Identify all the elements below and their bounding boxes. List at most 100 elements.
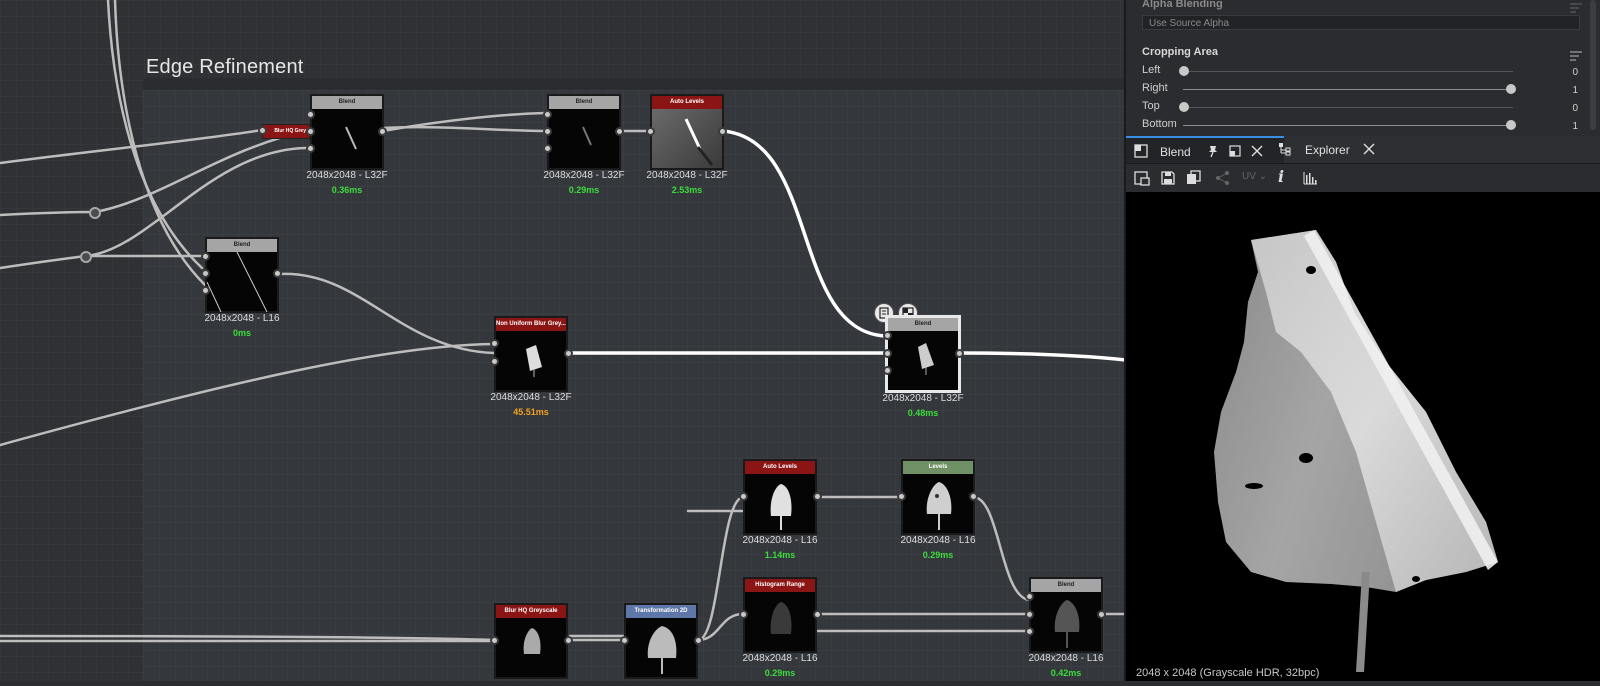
display-settings-icon[interactable] bbox=[1134, 170, 1150, 191]
input-port[interactable] bbox=[306, 144, 315, 153]
float-window-icon[interactable] bbox=[1228, 144, 1242, 163]
save-icon[interactable] bbox=[1160, 170, 1176, 191]
output-port[interactable] bbox=[273, 269, 282, 278]
output-port[interactable] bbox=[1097, 610, 1106, 619]
viewer-status: 2048 x 2048 (Grayscale HDR, 32bpc) bbox=[1136, 667, 1320, 679]
output-port[interactable] bbox=[564, 636, 573, 645]
input-port[interactable] bbox=[646, 127, 655, 136]
input-port[interactable] bbox=[201, 286, 210, 295]
node-graph-canvas[interactable]: Edge Refinement Blur HQ Grey Blend 2048x… bbox=[0, 0, 1126, 681]
node-thumbnail bbox=[888, 331, 958, 390]
share-icon bbox=[1215, 170, 1231, 191]
node-title: Non Uniform Blur Grey... bbox=[496, 318, 566, 331]
crop-top-value: 0 bbox=[1572, 103, 1578, 114]
input-port[interactable] bbox=[306, 110, 315, 119]
input-port[interactable] bbox=[490, 357, 499, 366]
output-port[interactable] bbox=[378, 127, 387, 136]
reroute-dot[interactable] bbox=[80, 251, 92, 263]
image-viewer[interactable]: 2048 x 2048 (Grayscale HDR, 32bpc) bbox=[1126, 192, 1600, 681]
output-port[interactable] bbox=[615, 127, 624, 136]
node-auto-levels[interactable]: Auto Levels bbox=[650, 94, 724, 170]
properties-scrollbar[interactable] bbox=[1590, 0, 1596, 130]
pin-icon[interactable] bbox=[1206, 144, 1220, 163]
node-title: Blend bbox=[549, 96, 619, 109]
input-port[interactable] bbox=[258, 126, 267, 135]
output-port[interactable] bbox=[813, 610, 822, 619]
node-non-uniform-blur[interactable]: Non Uniform Blur Grey... bbox=[494, 316, 568, 392]
output-port[interactable] bbox=[694, 636, 703, 645]
crop-top-knob[interactable] bbox=[1179, 102, 1189, 112]
node-blend[interactable]: Blend bbox=[547, 94, 621, 170]
wire bbox=[93, 129, 308, 214]
alpha-blending-select[interactable]: Use Source Alpha bbox=[1142, 15, 1580, 30]
tab-explorer[interactable]: Explorer bbox=[1305, 143, 1350, 157]
input-port[interactable] bbox=[201, 252, 210, 261]
node-resolution: 2048x2048 - L16 bbox=[204, 313, 280, 324]
node-transformation-2d[interactable]: Transformation 2D bbox=[624, 603, 698, 679]
crop-left-knob[interactable] bbox=[1179, 66, 1189, 76]
node-title: Blend bbox=[888, 318, 958, 331]
input-port[interactable] bbox=[1025, 610, 1034, 619]
node-thumbnail bbox=[312, 109, 382, 168]
crop-bottom-knob[interactable] bbox=[1506, 120, 1516, 130]
crop-left-slider[interactable] bbox=[1183, 71, 1513, 72]
input-port[interactable] bbox=[883, 331, 892, 340]
node-blend[interactable]: Blend bbox=[205, 237, 279, 313]
cropping-area-title: Cropping Area bbox=[1142, 46, 1218, 58]
input-port[interactable] bbox=[897, 492, 906, 501]
input-port[interactable] bbox=[883, 366, 892, 375]
crop-right-knob[interactable] bbox=[1506, 84, 1516, 94]
input-port[interactable] bbox=[739, 610, 748, 619]
crop-top-slider[interactable] bbox=[1183, 107, 1513, 108]
wire-active bbox=[721, 129, 887, 338]
wire bbox=[971, 495, 1031, 602]
copy-icon[interactable] bbox=[1186, 170, 1202, 191]
histogram-icon[interactable] bbox=[1302, 170, 1318, 191]
input-port[interactable] bbox=[1025, 627, 1034, 636]
crop-bottom-label: Bottom bbox=[1142, 118, 1177, 130]
input-port[interactable] bbox=[1025, 592, 1034, 601]
close-icon[interactable] bbox=[1362, 142, 1376, 161]
node-blend[interactable]: Blend bbox=[1029, 577, 1103, 653]
node-blend-selected[interactable]: Blend bbox=[885, 315, 961, 393]
node-blur-hq-partial[interactable]: Blur HQ Grey bbox=[262, 124, 310, 139]
tab-blend[interactable]: Blend bbox=[1126, 136, 1284, 163]
output-port[interactable] bbox=[564, 349, 573, 358]
output-port[interactable] bbox=[718, 127, 727, 136]
output-port[interactable] bbox=[969, 492, 978, 501]
output-port[interactable] bbox=[813, 492, 822, 501]
node-histogram-range[interactable]: Histogram Range bbox=[743, 577, 817, 653]
input-port[interactable] bbox=[543, 127, 552, 136]
node-resolution: 2048x2048 - L32F bbox=[882, 393, 964, 404]
input-port[interactable] bbox=[543, 144, 552, 153]
info-icon[interactable]: i bbox=[1278, 167, 1284, 186]
input-port[interactable] bbox=[306, 127, 315, 136]
node-resolution: 2048x2048 - L16 bbox=[900, 535, 976, 546]
input-port[interactable] bbox=[201, 269, 210, 278]
section-menu-icon[interactable] bbox=[1570, 0, 1582, 13]
node-blend[interactable]: Blend bbox=[310, 94, 384, 170]
node-blur-hq-greyscale[interactable]: Blur HQ Greyscale bbox=[494, 603, 568, 679]
input-port[interactable] bbox=[883, 349, 892, 358]
input-port[interactable] bbox=[543, 110, 552, 119]
node-auto-levels[interactable]: Auto Levels bbox=[743, 459, 817, 535]
node-title: Blur HQ Greyscale bbox=[496, 605, 566, 618]
node-title: Blend bbox=[1031, 579, 1101, 592]
input-port[interactable] bbox=[490, 636, 499, 645]
close-icon[interactable] bbox=[1250, 144, 1264, 163]
wire-active bbox=[957, 351, 1126, 362]
node-time: 0.29ms bbox=[568, 185, 600, 195]
section-menu-icon[interactable] bbox=[1570, 48, 1582, 61]
reroute-dot[interactable] bbox=[89, 207, 101, 219]
crop-right-slider[interactable] bbox=[1183, 89, 1513, 90]
node-thumbnail bbox=[1031, 592, 1101, 651]
input-port[interactable] bbox=[739, 492, 748, 501]
crop-bottom-slider[interactable] bbox=[1183, 125, 1513, 126]
input-port[interactable] bbox=[620, 636, 629, 645]
right-panel: Alpha Blending Use Source Alpha Cropping… bbox=[1126, 0, 1600, 681]
node-levels[interactable]: Levels bbox=[901, 459, 975, 535]
input-port[interactable] bbox=[490, 339, 499, 348]
node-title: Levels bbox=[903, 461, 973, 474]
node-title: Blur HQ Grey bbox=[274, 128, 306, 134]
output-port[interactable] bbox=[955, 349, 964, 358]
